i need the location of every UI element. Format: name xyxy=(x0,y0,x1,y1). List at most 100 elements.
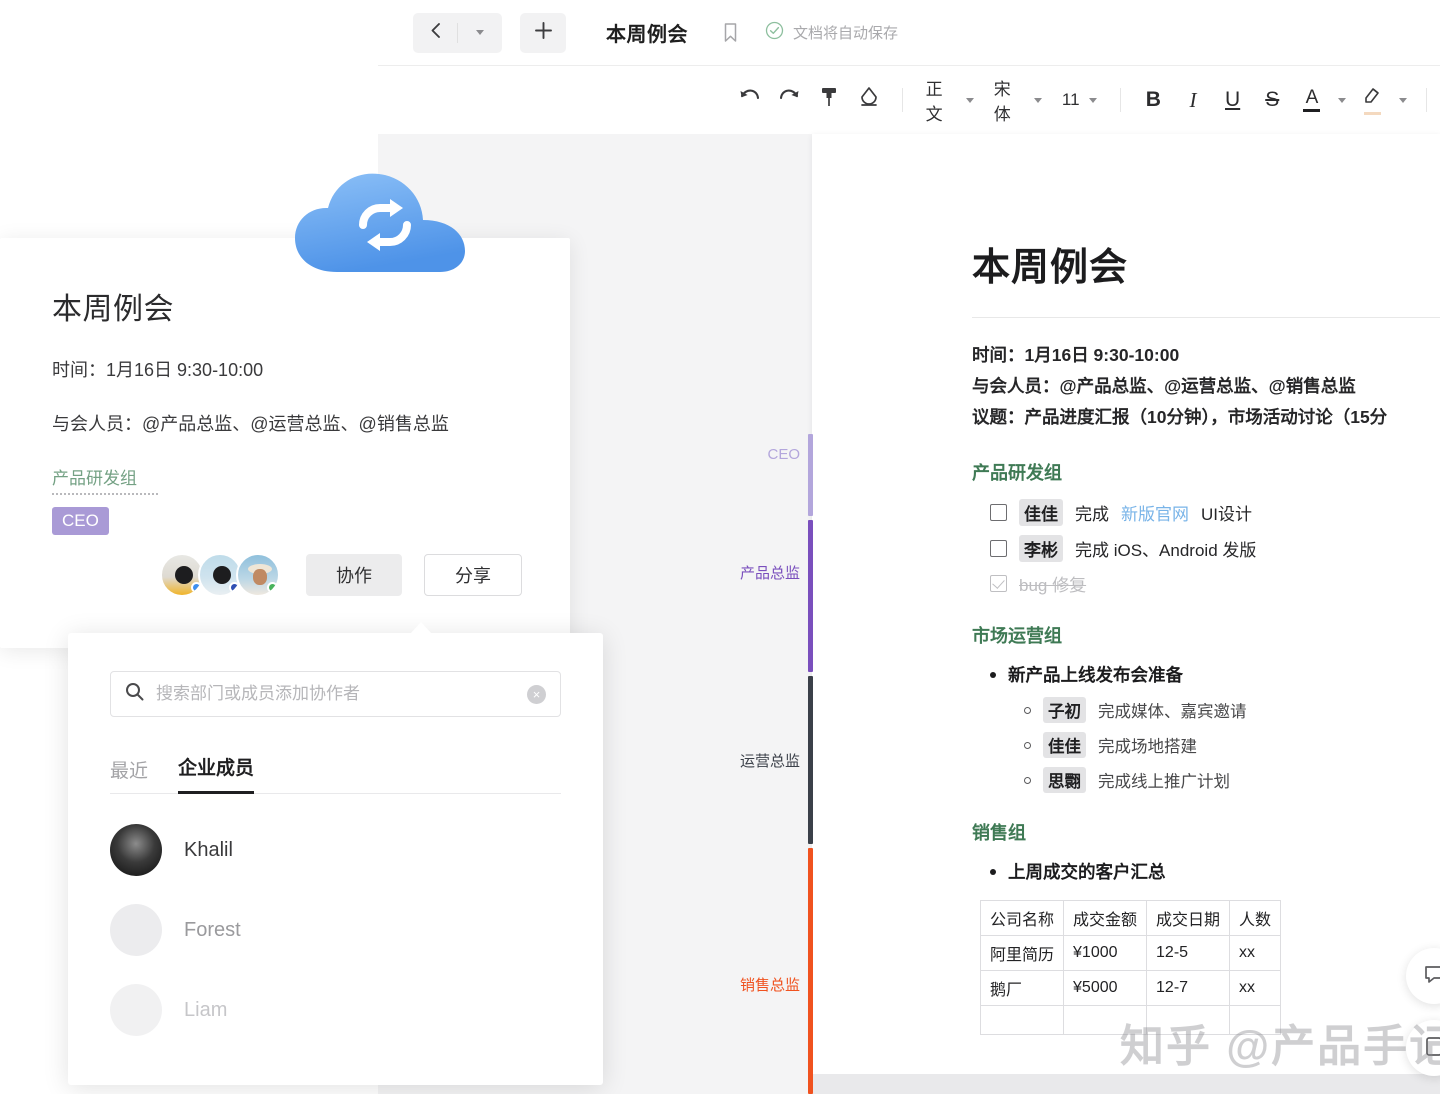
nav-button-group xyxy=(413,13,502,53)
sales-table[interactable]: 公司名称 成交金额 成交日期 人数 阿里简历 ¥1000 12-5 xx 鹅厂 … xyxy=(980,900,1281,1035)
undo-icon xyxy=(738,87,762,113)
check-circle-icon xyxy=(765,21,784,45)
sub-bullet-item: 佳佳 完成场地搭建 xyxy=(1024,732,1440,758)
list-item[interactable]: Forest xyxy=(110,890,603,970)
table-header-cell: 成交金额 xyxy=(1064,901,1147,936)
clear-format-button[interactable] xyxy=(849,79,889,121)
caret-down-icon xyxy=(1338,98,1346,103)
role-label: 运营总监 xyxy=(740,750,812,771)
sub-bullet-text: 完成线上推广计划 xyxy=(1098,768,1230,792)
avatar[interactable] xyxy=(236,553,280,597)
table-cell: 12-5 xyxy=(1147,936,1230,971)
table-row[interactable] xyxy=(981,1006,1281,1035)
checkbox-unchecked-icon[interactable] xyxy=(990,540,1007,557)
clear-search-icon[interactable]: × xyxy=(527,685,546,704)
tab-enterprise-members[interactable]: 企业成员 xyxy=(178,753,254,794)
paragraph-style-select[interactable]: 正文 xyxy=(916,80,984,120)
checkbox-unchecked-icon[interactable] xyxy=(990,504,1007,521)
role-item-operations-director: 运营总监 xyxy=(740,750,812,771)
bold-button[interactable]: B xyxy=(1133,79,1173,121)
highlight-button[interactable] xyxy=(1353,79,1393,121)
table-cell: 阿里简历 xyxy=(981,936,1064,971)
caret-down-icon xyxy=(1399,98,1407,103)
todo-item[interactable]: 李彬 完成 iOS、Android 发版 xyxy=(990,535,1440,562)
todo-text: 完成 iOS、Android 发版 xyxy=(1075,536,1256,561)
chevron-down-icon xyxy=(966,98,974,103)
section-heading-sales: 销售组 xyxy=(972,819,1440,845)
sub-bullet-dot-icon xyxy=(1024,742,1031,749)
assignee-chip: 思翾 xyxy=(1043,767,1086,793)
redo-button[interactable] xyxy=(770,79,810,121)
todo-item-done[interactable]: bug 修复 xyxy=(990,571,1440,596)
font-color-dropdown[interactable] xyxy=(1332,79,1353,121)
todo-item[interactable]: 佳佳 完成 新版官网 UI设计 xyxy=(990,499,1440,526)
screen-root: 本周例会 文档将自动保存 xyxy=(0,0,1440,1094)
card-title: 本周例会 xyxy=(52,284,570,328)
sub-bullet-item: 子初 完成媒体、嘉宾邀请 xyxy=(1024,697,1440,723)
autosave-status: 文档将自动保存 xyxy=(765,21,898,45)
highlight-color-swatch xyxy=(1364,112,1381,115)
assignee-chip: 李彬 xyxy=(1019,535,1063,562)
back-button[interactable] xyxy=(413,13,457,53)
undo-button[interactable] xyxy=(730,79,770,121)
role-bar-sales-director xyxy=(808,848,813,1094)
list-item[interactable]: Khalil xyxy=(110,810,603,890)
role-item-ceo: CEO xyxy=(767,446,812,463)
table-cell xyxy=(981,1006,1064,1035)
comment-icon xyxy=(1423,963,1440,990)
card-actions: 协作 分享 xyxy=(160,553,522,597)
table-row[interactable]: 鹅厂 ¥5000 12-7 xx xyxy=(981,971,1281,1006)
table-cell: xx xyxy=(1230,971,1281,1006)
checkbox-checked-icon[interactable] xyxy=(990,575,1007,592)
role-bar-product-director xyxy=(808,520,813,672)
bookmark-icon[interactable] xyxy=(722,22,739,43)
table-cell xyxy=(1147,1006,1230,1035)
paragraph-style-value: 正文 xyxy=(926,75,957,125)
history-dropdown-button[interactable] xyxy=(458,13,502,53)
table-header-cell: 人数 xyxy=(1230,901,1281,936)
bullet-dot-icon xyxy=(990,672,996,678)
search-input[interactable] xyxy=(156,684,515,704)
bullet-item: 新产品上线发布会准备 xyxy=(990,662,1440,687)
new-document-button[interactable] xyxy=(520,13,566,53)
toolbar-divider-1 xyxy=(902,88,903,112)
document-title: 本周例会 xyxy=(972,236,1440,291)
sub-bullet-item: 思翾 完成线上推广计划 xyxy=(1024,767,1440,793)
section-heading-product: 产品研发组 xyxy=(972,459,1440,485)
todo-link[interactable]: 新版官网 xyxy=(1121,500,1189,525)
role-item-sales-director: 销售总监 xyxy=(740,974,812,995)
table-cell: ¥1000 xyxy=(1064,936,1147,971)
bullet-text: 新产品上线发布会准备 xyxy=(1008,662,1183,687)
bullet-text: 上周成交的客户汇总 xyxy=(1008,859,1166,884)
assignee-chip: 佳佳 xyxy=(1019,499,1063,526)
document-page[interactable]: 本周例会 时间：1月16日 9:30-10:00 与会人员：@产品总监、@运营总… xyxy=(812,134,1440,1074)
clear-format-icon xyxy=(859,86,879,114)
search-box[interactable]: × xyxy=(110,671,561,717)
table-cell: xx xyxy=(1230,936,1281,971)
table-cell: 12-7 xyxy=(1147,971,1230,1006)
format-painter-button[interactable] xyxy=(809,79,849,121)
italic-button[interactable]: I xyxy=(1173,79,1213,121)
table-cell: 鹅厂 xyxy=(981,971,1064,1006)
format-toolbar: 正文 宋体 11 B I U S A xyxy=(378,66,1440,134)
list-item[interactable]: Liam xyxy=(110,970,603,1050)
card-group-underline xyxy=(52,493,158,495)
highlight-dropdown[interactable] xyxy=(1392,79,1413,121)
font-size-select[interactable]: 11 xyxy=(1052,80,1107,120)
strikethrough-button[interactable]: S xyxy=(1252,79,1292,121)
share-button[interactable]: 分享 xyxy=(424,554,522,596)
collaborate-button[interactable]: 协作 xyxy=(306,554,402,596)
status-dot xyxy=(267,582,278,593)
tab-recent[interactable]: 最近 xyxy=(110,756,148,794)
font-color-button[interactable]: A xyxy=(1292,79,1332,121)
table-cell: ¥5000 xyxy=(1064,971,1147,1006)
font-family-select[interactable]: 宋体 xyxy=(984,80,1052,120)
table-row[interactable]: 阿里简历 ¥1000 12-5 xx xyxy=(981,936,1281,971)
underline-button[interactable]: U xyxy=(1213,79,1253,121)
table-cell xyxy=(1064,1006,1147,1035)
card-time-line: 时间：1月16日 9:30-10:00 xyxy=(52,356,570,382)
card-attendees-line: 与会人员：@产品总监、@运营总监、@销售总监 xyxy=(52,410,570,436)
card-group-label: 产品研发组 xyxy=(52,464,570,489)
member-list: Khalil Forest Liam xyxy=(68,810,603,1050)
collaborator-avatars[interactable] xyxy=(160,553,274,597)
